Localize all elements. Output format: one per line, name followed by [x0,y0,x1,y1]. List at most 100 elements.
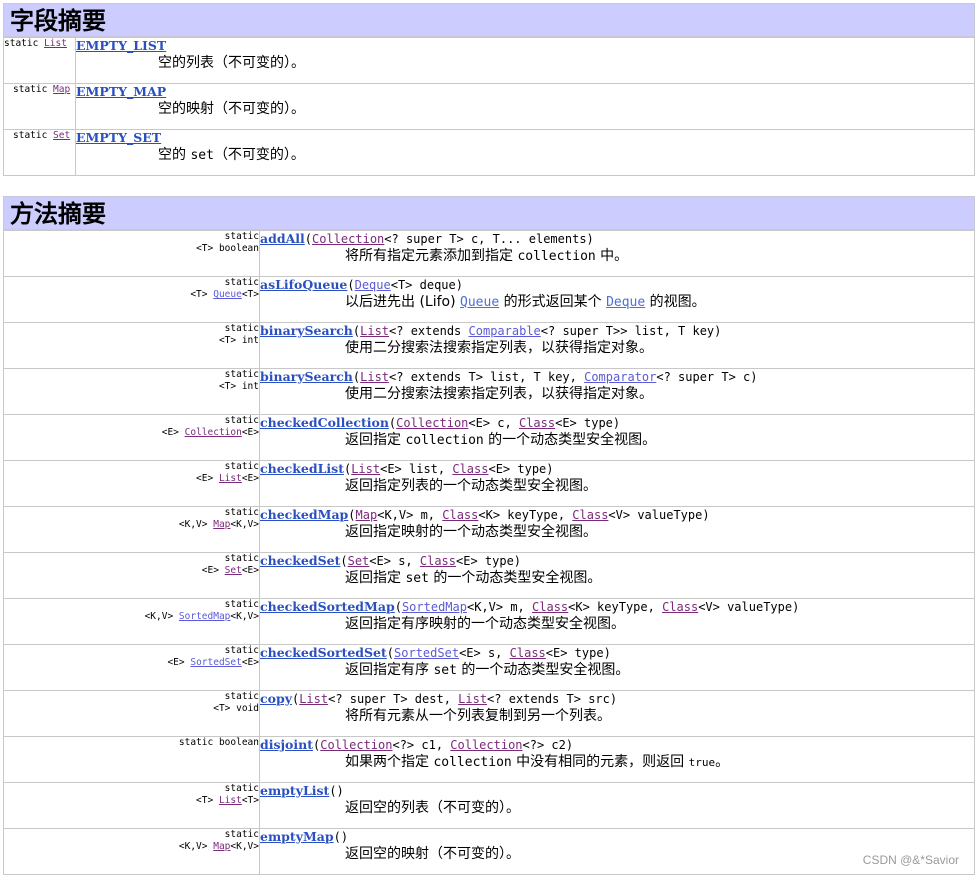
method-name-link[interactable]: copy [260,691,292,706]
type-link[interactable]: Class [662,600,698,614]
type-link[interactable]: Collection [312,232,384,246]
field-description: 空的 set（不可变的）。 [158,147,305,163]
table-row: static <T> void copy(List<? super T> dest… [3,690,975,737]
field-table: static List EMPTY_LIST 空的列表（不可变的）。 stati… [3,37,975,176]
method-modifier: static <E> SortedSet<E> [3,644,260,691]
table-row: static <T> int binarySearch(List<? extend… [3,368,975,415]
field-summary: 字段摘要 static List EMPTY_LIST 空的列表（不可变的）。 … [3,3,975,176]
method-description: 返回指定映射的一个动态类型安全视图。 [345,524,597,540]
method-description: 将所有指定元素添加到指定 collection 中。 [345,248,629,264]
method-name-link[interactable]: binarySearch [260,323,353,338]
field-name-link[interactable]: EMPTY_SET [76,130,161,145]
method-name-link[interactable]: checkedSortedMap [260,599,395,614]
method-modifier: static <K,V> Map<K,V> [3,506,260,553]
method-description: 返回空的列表（不可变的）。 [345,800,520,816]
method-modifier: static <T> int [3,368,260,415]
table-row: static <E> SortedSet<E> checkedSortedSet(… [3,644,975,691]
method-name-link[interactable]: addAll [260,231,305,246]
field-modifier: static Map [3,83,76,130]
method-summary-title: 方法摘要 [3,196,975,230]
type-link[interactable]: Collection [185,427,242,438]
type-link[interactable]: Map [53,84,70,95]
method-table: static <T> boolean addAll(Collection<? su… [3,230,975,875]
field-description: 空的列表（不可变的）。 [158,55,305,71]
field-name-link[interactable]: EMPTY_LIST [76,38,166,53]
type-link[interactable]: SortedSet [190,657,241,668]
type-link[interactable]: List [360,370,389,384]
method-description: 返回指定 collection 的一个动态类型安全视图。 [345,432,657,448]
method-name-link[interactable]: checkedMap [260,507,348,522]
method-modifier: static <K,V> Map<K,V> [3,828,260,875]
method-description: 以后进先出 (Lifo) Queue 的形式返回某个 Deque 的视图。 [345,294,706,310]
type-link[interactable]: List [458,692,487,706]
type-link[interactable]: Class [532,600,568,614]
type-link[interactable]: Collection [320,738,392,752]
method-description: 返回指定有序映射的一个动态类型安全视图。 [345,616,625,632]
queue-link[interactable]: Queue [460,295,499,310]
method-name-link[interactable]: binarySearch [260,369,353,384]
type-link[interactable]: List [351,462,380,476]
method-modifier: static <T> boolean [3,230,260,277]
method-description: 使用二分搜索法搜索指定列表，以获得指定对象。 [345,340,653,356]
type-link[interactable]: Deque [355,278,391,292]
type-link[interactable]: Queue [213,289,242,300]
method-modifier: static <K,V> SortedMap<K,V> [3,598,260,645]
table-row: static <T> int binarySearch(List<? extend… [3,322,975,369]
type-link[interactable]: List [360,324,389,338]
type-link[interactable]: List [299,692,328,706]
table-row: static <T> Queue<T> asLifoQueue(Deque<T> … [3,276,975,323]
type-link[interactable]: List [219,473,242,484]
type-link[interactable]: Set [225,565,242,576]
table-row: static <K,V> SortedMap<K,V> checkedSorted… [3,598,975,645]
type-link[interactable]: Comparable [469,324,541,338]
method-description: 返回指定有序 set 的一个动态类型安全视图。 [345,662,630,678]
type-link[interactable]: SortedMap [402,600,467,614]
method-name-link[interactable]: emptyList [260,783,329,798]
type-link[interactable]: Map [356,508,378,522]
field-summary-title: 字段摘要 [3,3,975,37]
type-link[interactable]: Class [510,646,546,660]
method-description: 使用二分搜索法搜索指定列表，以获得指定对象。 [345,386,653,402]
method-name-link[interactable]: checkedCollection [260,415,389,430]
type-link[interactable]: List [44,38,67,49]
type-link[interactable]: Class [519,416,555,430]
table-row: static <E> List<E> checkedList(List<E> li… [3,460,975,507]
table-row: static <T> boolean addAll(Collection<? su… [3,230,975,277]
method-name-link[interactable]: checkedSet [260,553,340,568]
method-name-link[interactable]: disjoint [260,737,313,752]
field-modifier: static Set [3,129,76,176]
type-link[interactable]: Comparator [584,370,656,384]
method-modifier: static <E> Set<E> [3,552,260,599]
type-link[interactable]: SortedSet [394,646,459,660]
method-modifier: static <T> int [3,322,260,369]
method-name-link[interactable]: checkedSortedSet [260,645,387,660]
type-link[interactable]: Map [213,841,230,852]
table-row: static Set EMPTY_SET 空的 set（不可变的）。 [3,129,975,176]
field-name-link[interactable]: EMPTY_MAP [76,84,166,99]
type-link[interactable]: Class [442,508,478,522]
method-name-link[interactable]: emptyMap [260,829,334,844]
table-row: static Map EMPTY_MAP 空的映射（不可变的）。 [3,83,975,130]
method-modifier: static <T> void [3,690,260,737]
method-modifier: static <T> Queue<T> [3,276,260,323]
field-modifier: static List [3,37,76,84]
type-link[interactable]: Set [53,130,70,141]
type-link[interactable]: Collection [450,738,522,752]
field-description: 空的映射（不可变的）。 [158,101,305,117]
method-description: 返回指定 set 的一个动态类型安全视图。 [345,570,602,586]
deque-link[interactable]: Deque [606,295,645,310]
type-link[interactable]: Class [452,462,488,476]
method-name-link[interactable]: asLifoQueue [260,277,347,292]
method-name-link[interactable]: checkedList [260,461,344,476]
type-link[interactable]: Set [348,554,370,568]
table-row: static List EMPTY_LIST 空的列表（不可变的）。 [3,37,975,84]
type-link[interactable]: SortedMap [179,611,230,622]
type-link[interactable]: Class [572,508,608,522]
method-description: 将所有元素从一个列表复制到另一个列表。 [345,708,611,724]
type-link[interactable]: Map [213,519,230,530]
type-link[interactable]: Class [420,554,456,568]
table-row: static <E> Set<E> checkedSet(Set<E> s, Cl… [3,552,975,599]
type-link[interactable]: Collection [396,416,468,430]
type-link[interactable]: List [219,795,242,806]
table-row: static boolean disjoint(Collection<?> c1… [3,736,975,783]
